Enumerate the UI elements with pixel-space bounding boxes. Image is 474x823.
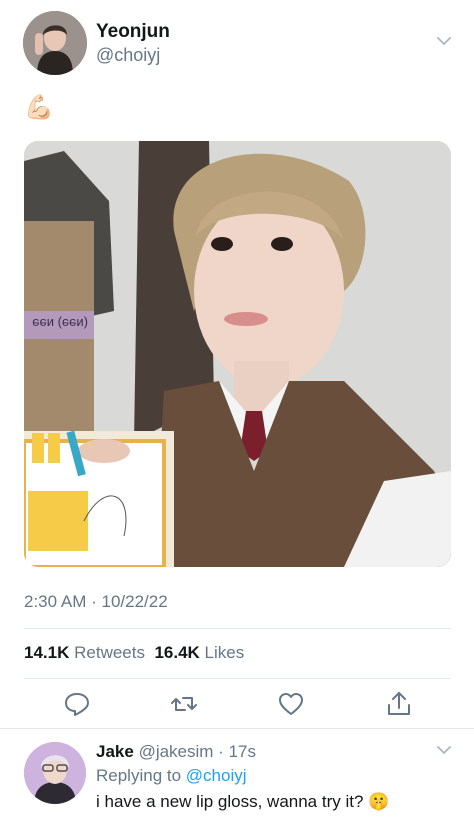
reply-author-handle[interactable]: @jakesim — [139, 742, 214, 761]
divider — [24, 678, 450, 679]
reply-age: 17s — [228, 742, 256, 761]
author-handle[interactable]: @choiyj — [96, 45, 160, 66]
retweets-stat[interactable]: 14.1K Retweets — [24, 643, 145, 662]
reply-header: Jake @jakesim · 17s — [96, 742, 256, 761]
reply-tweet[interactable]: Jake @jakesim · 17s Replying to @choiyj … — [0, 730, 474, 823]
tweet-header: Yeonjun @choiyj — [0, 0, 474, 84]
reply-text: i have a new lip gloss, wanna try it? 🤫 — [96, 792, 390, 811]
author-avatar[interactable] — [23, 11, 87, 75]
retweet-icon[interactable] — [170, 690, 198, 718]
likes-stat[interactable]: 16.4K Likes — [154, 643, 244, 662]
tweet-date: 10/22/22 — [101, 592, 168, 611]
like-icon[interactable] — [277, 690, 305, 718]
tweet-time: 2:30 AM — [24, 592, 87, 611]
chevron-down-icon[interactable] — [436, 35, 452, 47]
tweet-media-image[interactable]: (ᴎɘɘ) ᴎɘɘ — [24, 141, 451, 567]
replying-to: Replying to @choiyj — [96, 766, 247, 786]
divider — [24, 628, 450, 629]
share-icon[interactable] — [385, 690, 413, 718]
tweet-actions — [0, 690, 474, 720]
reply-icon[interactable] — [63, 690, 91, 718]
tweet-text: 💪🏻 — [24, 94, 54, 121]
likes-count: 16.4K — [154, 643, 200, 662]
replying-to-handle-link[interactable]: @choiyj — [186, 766, 247, 785]
tweet-timestamp[interactable]: 2:30 AM · 10/22/22 — [24, 592, 168, 612]
author-name[interactable]: Yeonjun — [96, 21, 170, 43]
retweets-count: 14.1K — [24, 643, 70, 662]
divider — [0, 728, 474, 729]
likes-label: Likes — [204, 643, 245, 662]
svg-text:(ᴎɘɘ) ᴎɘɘ: (ᴎɘɘ) ᴎɘɘ — [32, 316, 88, 331]
chevron-down-icon[interactable] — [436, 744, 452, 756]
reply-author-name[interactable]: Jake — [96, 742, 134, 761]
timestamp-separator: · — [86, 592, 102, 611]
retweets-label: Retweets — [74, 643, 145, 662]
replying-to-label: Replying to — [96, 766, 182, 785]
reply-author-avatar[interactable] — [24, 742, 86, 804]
tweet-stats: 14.1K Retweets 16.4K Likes — [24, 643, 244, 663]
